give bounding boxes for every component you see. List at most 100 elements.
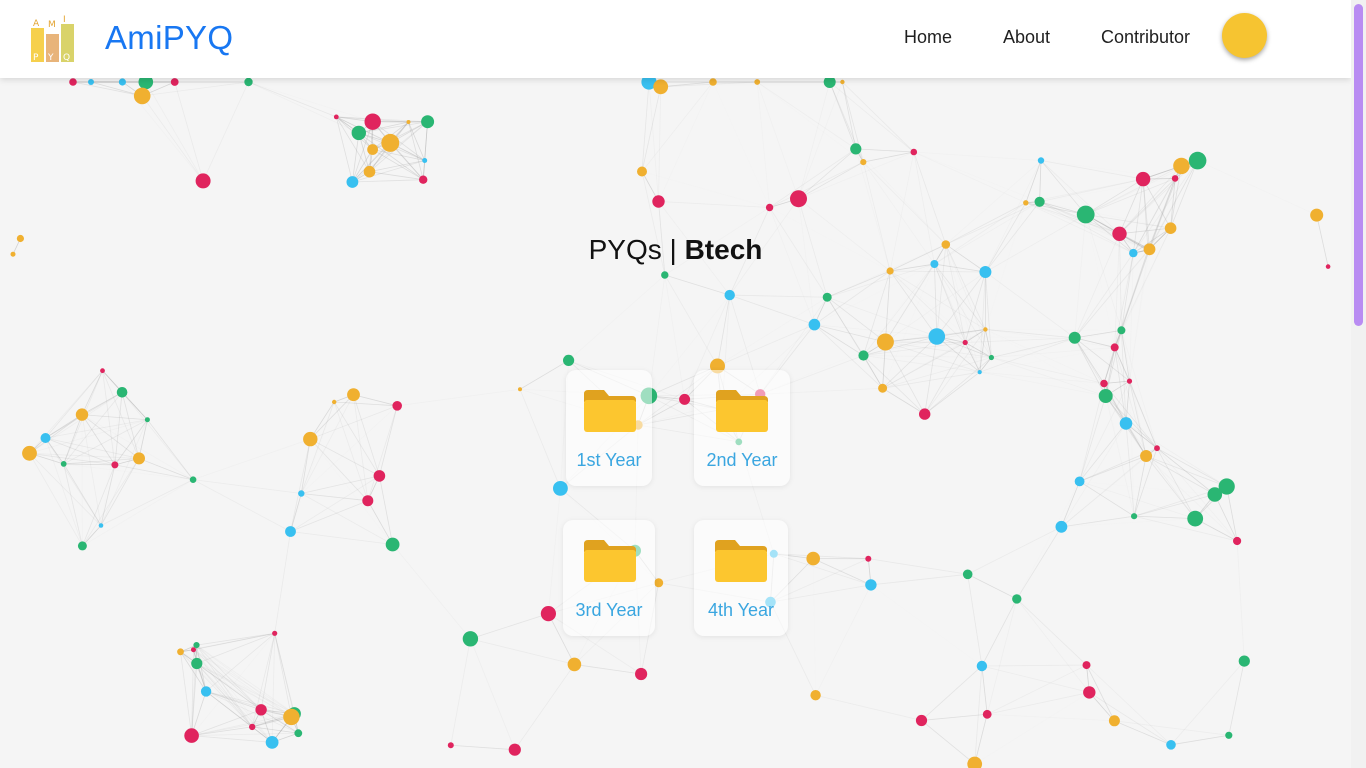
folder-label: 1st Year	[576, 450, 642, 470]
svg-text:M: M	[48, 20, 56, 30]
network-node	[1083, 686, 1096, 699]
network-node	[1140, 450, 1153, 462]
page-title-prefix: PYQs |	[588, 234, 677, 265]
network-node	[1108, 715, 1120, 727]
particle-network-background	[10, 74, 1331, 768]
amipyq-logo[interactable]: A M I P Y Q	[30, 14, 76, 64]
network-node	[265, 736, 279, 749]
page-title: PYQs | Btech	[0, 234, 1351, 266]
network-node	[283, 708, 300, 726]
network-node	[1037, 157, 1045, 164]
network-node	[421, 115, 435, 129]
network-node	[1164, 222, 1177, 234]
network-node	[1076, 205, 1095, 224]
network-node	[653, 79, 669, 95]
network-node	[886, 267, 894, 275]
nav-about[interactable]: About	[1003, 27, 1050, 48]
network-node	[332, 399, 337, 405]
network-node	[367, 144, 378, 155]
network-node	[858, 350, 869, 361]
folder-label: 2nd Year	[706, 450, 778, 470]
nav-home[interactable]: Home	[904, 27, 952, 48]
folder-icon	[584, 540, 636, 582]
network-node	[191, 647, 196, 653]
network-node	[285, 526, 296, 537]
network-node	[1034, 196, 1045, 207]
network-node	[362, 495, 374, 507]
network-node	[1023, 200, 1029, 206]
scrollbar-thumb[interactable]	[1354, 4, 1363, 326]
network-node	[195, 173, 211, 189]
network-node	[822, 292, 832, 302]
network-node	[346, 176, 359, 188]
network-node	[385, 537, 400, 552]
page-scrollbar[interactable]	[1351, 0, 1366, 768]
network-node	[373, 470, 386, 482]
network-node	[840, 79, 845, 85]
network-node	[988, 354, 995, 361]
network-node	[878, 383, 888, 393]
network-node	[88, 79, 94, 85]
network-node	[1100, 379, 1108, 388]
network-node	[144, 417, 150, 423]
network-node	[200, 686, 212, 697]
network-node	[977, 370, 982, 375]
folder-icon	[715, 540, 767, 582]
network-node	[1135, 171, 1151, 187]
network-node	[364, 113, 381, 130]
folder-card-1st-year[interactable]: 1st Year	[566, 370, 652, 486]
network-node	[98, 523, 104, 528]
network-node	[1310, 208, 1324, 222]
network-node	[249, 723, 256, 731]
network-node	[962, 339, 968, 346]
network-node	[419, 175, 428, 184]
brand-name[interactable]: AmiPYQ	[105, 19, 233, 57]
network-node	[637, 166, 647, 177]
network-node	[255, 704, 267, 716]
network-node	[133, 452, 145, 465]
network-node	[1068, 331, 1081, 344]
network-node	[983, 327, 988, 332]
network-node	[654, 578, 664, 588]
nav-contributor[interactable]: Contributor	[1101, 27, 1190, 48]
network-node	[679, 393, 691, 405]
network-node	[635, 667, 648, 681]
svg-text:Y: Y	[47, 53, 54, 63]
network-node	[865, 555, 872, 562]
network-node	[1207, 487, 1223, 502]
network-node	[709, 78, 717, 86]
network-node	[1233, 536, 1242, 546]
network-node	[1055, 520, 1068, 533]
network-node	[1126, 378, 1133, 384]
network-node	[652, 195, 665, 208]
network-node	[790, 190, 807, 208]
network-node	[272, 630, 278, 636]
network-node	[193, 642, 200, 649]
network-node	[1187, 510, 1204, 527]
network-node	[962, 569, 973, 580]
network-node	[1110, 343, 1119, 352]
network-node	[244, 77, 253, 87]
folder-card-3rd-year[interactable]: 3rd Year	[563, 520, 655, 636]
network-node	[447, 742, 454, 749]
network-node	[563, 354, 575, 366]
network-node	[118, 78, 126, 86]
network-node	[77, 541, 87, 551]
folder-icon	[716, 390, 768, 432]
network-node	[508, 743, 521, 756]
network-node	[298, 490, 305, 497]
network-node	[189, 476, 197, 484]
network-node	[876, 333, 894, 351]
network-node	[979, 266, 992, 278]
network-node	[177, 648, 184, 656]
folder-card-2nd-year[interactable]: 2nd Year	[694, 370, 790, 486]
network-node	[1074, 476, 1085, 487]
network-node	[347, 388, 360, 402]
theme-toggle-knob[interactable]	[1222, 13, 1267, 58]
network-node	[754, 79, 761, 85]
network-node	[1154, 445, 1160, 452]
network-node	[303, 431, 318, 447]
folder-card-4th-year[interactable]: 4th Year	[694, 520, 788, 636]
network-node	[967, 756, 983, 768]
network-node	[910, 148, 918, 156]
